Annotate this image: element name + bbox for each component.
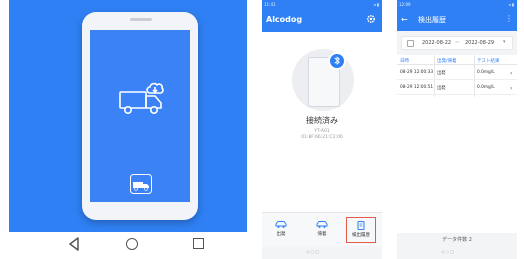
status-icons: ◂ ▮ bbox=[373, 2, 379, 7]
cell-result: 0.0mg/L bbox=[477, 85, 495, 90]
table-row[interactable]: 08-29 12:00:33 出発 0.0mg/L › bbox=[397, 66, 517, 80]
status-time: 11:41 bbox=[264, 2, 276, 7]
alcodog-main-screen: 11:41 ◂ ▮ Alcodog 接続済み YT-A01 01:8F:66:2… bbox=[262, 0, 382, 259]
col-header-type: 出発/帰着 bbox=[437, 59, 457, 64]
history-table: 日時 出発/帰着 テスト結果 08-29 12:00:33 出発 0.0mg/L… bbox=[397, 55, 517, 233]
page-title: 検出履歴 bbox=[418, 16, 446, 24]
chevron-right-icon: › bbox=[510, 85, 513, 92]
tab-history-label: 検出履歴 bbox=[352, 233, 370, 238]
bluetooth-icon bbox=[328, 52, 346, 70]
system-navigation-bar: ◁ ○ □ bbox=[262, 247, 382, 259]
recent-square-icon[interactable] bbox=[193, 238, 204, 249]
tab-return-label: 帰着 bbox=[317, 232, 327, 237]
car-return-icon bbox=[316, 221, 328, 228]
system-navigation-bar: ◁ ○ □ bbox=[397, 247, 517, 259]
date-separator: ~ bbox=[455, 40, 460, 46]
chevron-down-icon[interactable]: ▾ bbox=[503, 39, 506, 45]
car-depart-icon bbox=[275, 221, 287, 228]
home-circle-icon[interactable] bbox=[126, 238, 138, 250]
status-icons: ◂ ▮ bbox=[508, 2, 514, 7]
tab-history[interactable]: 検出履歴 bbox=[346, 217, 376, 243]
table-header: 日時 出発/帰着 テスト結果 bbox=[397, 55, 517, 65]
bottom-tab-bar: 出発 帰着 検出履歴 bbox=[262, 212, 382, 246]
more-menu-icon[interactable]: ⋮ bbox=[505, 14, 513, 23]
col-header-result: テスト結果 bbox=[477, 59, 500, 64]
back-triangle-icon[interactable] bbox=[68, 237, 80, 251]
app-title: Alcodog bbox=[266, 15, 303, 24]
history-icon bbox=[357, 221, 365, 230]
date-to[interactable]: 2022-08-29 bbox=[465, 40, 494, 46]
app-header: Alcodog bbox=[262, 9, 382, 32]
back-arrow-icon[interactable]: ← bbox=[401, 15, 408, 24]
device-status-area: 接続済み YT-A01 01:8F:66:21:C2:00 bbox=[262, 32, 382, 212]
cell-type: 出発 bbox=[437, 71, 446, 76]
cell-result: 0.0mg/L bbox=[477, 70, 495, 75]
sysnav-glyphs: ◁ ○ □ bbox=[441, 249, 454, 254]
connection-status: 接続済み bbox=[306, 116, 338, 125]
status-bar: 12:09 ◂ ▮ bbox=[397, 0, 517, 9]
device-mac-address: 01:8F:66:21:C2:00 bbox=[301, 135, 343, 140]
small-truck-app-icon bbox=[130, 174, 152, 194]
cell-datetime: 08-29 12:00:33 bbox=[400, 70, 434, 75]
cell-type: 出発 bbox=[437, 86, 446, 91]
date-range-picker[interactable]: 2022-08-22 ~ 2022-08-29 ▾ bbox=[401, 36, 513, 50]
record-count: データ件数 2 bbox=[442, 237, 472, 243]
cell-datetime: 08-29 12:00:51 bbox=[400, 85, 434, 90]
col-header-datetime: 日時 bbox=[400, 59, 409, 64]
phone-screen bbox=[90, 30, 190, 202]
detection-history-screen: 12:09 ◂ ▮ ← 検出履歴 ⋮ 2022-08-22 ~ 2022-08-… bbox=[397, 0, 517, 259]
sysnav-glyphs: ◁ ○ □ bbox=[306, 249, 319, 254]
phone-mockup bbox=[82, 12, 198, 220]
gear-icon[interactable] bbox=[366, 14, 376, 24]
phone-speaker bbox=[130, 18, 152, 21]
intro-illustration-panel bbox=[9, 0, 247, 259]
chevron-right-icon: › bbox=[510, 70, 513, 77]
tab-return[interactable]: 帰着 bbox=[307, 217, 337, 243]
status-time: 12:09 bbox=[399, 2, 411, 7]
tab-depart-label: 出発 bbox=[276, 232, 286, 237]
calendar-icon bbox=[407, 40, 414, 47]
system-navigation-bar bbox=[9, 232, 247, 259]
device-name: YT-A01 bbox=[314, 129, 330, 134]
app-header: ← 検出履歴 ⋮ bbox=[397, 9, 517, 31]
table-row[interactable]: 08-29 12:00:51 出発 0.0mg/L › bbox=[397, 81, 517, 95]
truck-with-cloud-icon bbox=[119, 82, 164, 114]
status-bar: 11:41 ◂ ▮ bbox=[262, 0, 382, 9]
tab-depart[interactable]: 出発 bbox=[266, 217, 296, 243]
date-from[interactable]: 2022-08-22 bbox=[422, 40, 451, 46]
